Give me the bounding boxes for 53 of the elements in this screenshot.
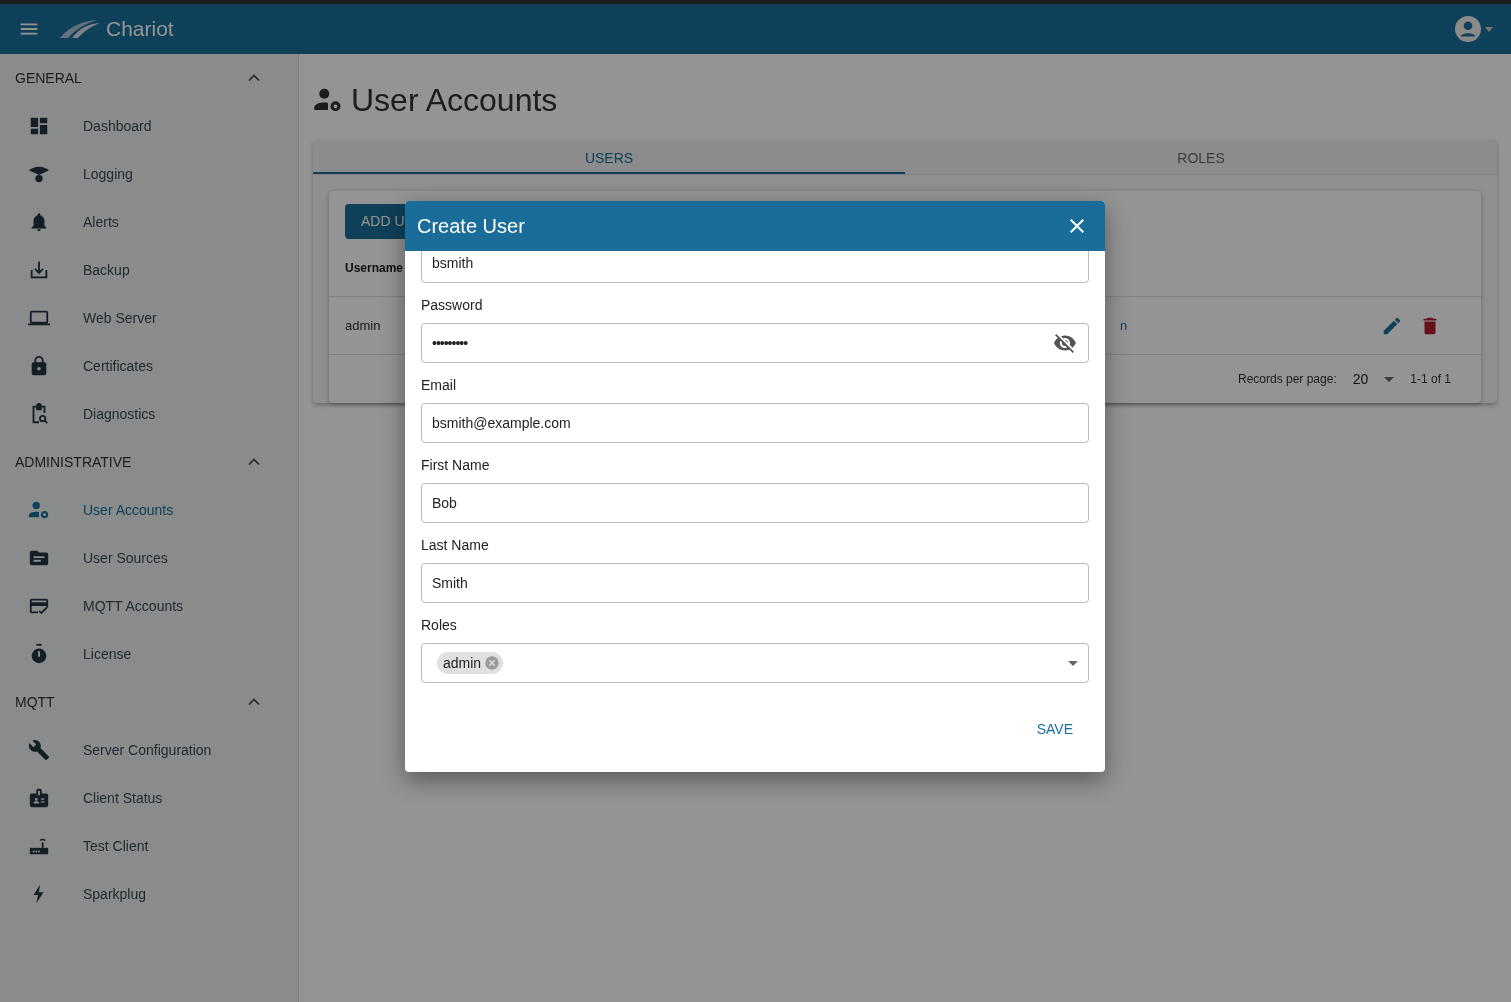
app-title: Chariot — [106, 16, 174, 43]
section-header: ADMINISTRATIVE — [15, 452, 132, 472]
tab[interactable]: ROLES — [905, 140, 1497, 174]
avatar-icon — [1455, 16, 1481, 42]
table-cell-text: n — [1120, 316, 1128, 335]
section-header: MQTT — [15, 692, 55, 712]
sidebar-item[interactable]: Test Client — [0, 822, 298, 870]
input-field[interactable]: bsmith — [421, 251, 1089, 283]
sidebar-item[interactable]: MQTT Accounts — [0, 582, 298, 630]
page-title: User Accounts — [351, 81, 558, 120]
eye-slash-icon[interactable] — [1053, 331, 1077, 355]
caret-icon — [1384, 376, 1395, 382]
table-cell-text: admin — [345, 316, 381, 335]
download-icon — [28, 259, 50, 281]
select-field[interactable]: admin — [421, 643, 1089, 683]
sidebar-item[interactable]: License — [0, 630, 298, 678]
column-header: Username — [345, 259, 404, 277]
sidebar-item[interactable]: Dashboard — [0, 102, 298, 150]
records-label: Records per page: — [1238, 371, 1337, 388]
sidebar-item[interactable]: User Accounts — [0, 486, 298, 534]
input-field[interactable]: Bob — [421, 483, 1089, 523]
sidebar-item[interactable]: User Sources — [0, 534, 298, 582]
user-gear-icon — [28, 499, 50, 521]
sidebar-item[interactable]: Alerts — [0, 198, 298, 246]
tab[interactable]: USERS — [313, 140, 905, 174]
per-page-select[interactable]: 20 — [1352, 368, 1395, 390]
password-field[interactable]: ••••••••• — [421, 323, 1089, 363]
role-chip[interactable]: admin — [437, 652, 504, 674]
section-header: GENERAL — [15, 68, 82, 88]
page-range: 1-1 of 1 — [1410, 371, 1451, 388]
wrench-icon — [28, 739, 50, 761]
field-label: Roles — [421, 616, 458, 635]
field-label: First Name — [421, 456, 491, 475]
swoosh-logo-icon — [58, 18, 102, 40]
sidebar-item[interactable]: Sparkplug — [0, 870, 298, 918]
save-button[interactable]: SAVE — [1026, 713, 1083, 746]
input-field[interactable]: Smith — [421, 563, 1089, 603]
sidebar-item[interactable]: Certificates — [0, 342, 298, 390]
field-label: Password — [421, 296, 484, 315]
field-label: Last Name — [421, 536, 490, 555]
sidebar-item[interactable]: Logging — [0, 150, 298, 198]
caret-icon — [1485, 26, 1493, 32]
caret-icon — [1068, 660, 1078, 666]
field-label: Email — [421, 376, 457, 395]
sidebar-item[interactable]: Diagnostics — [0, 390, 298, 438]
sidebar-item[interactable]: Client Status — [0, 774, 298, 822]
sidebar-item[interactable]: Web Server — [0, 294, 298, 342]
account-menu-button[interactable] — [1455, 16, 1493, 42]
dashboard-icon — [28, 115, 50, 137]
input-field[interactable]: bsmith@example.com — [421, 403, 1089, 443]
sidebar-item[interactable]: Backup — [0, 246, 298, 294]
sidebar-item[interactable]: Server Configuration — [0, 726, 298, 774]
id-badge-icon — [28, 787, 50, 809]
